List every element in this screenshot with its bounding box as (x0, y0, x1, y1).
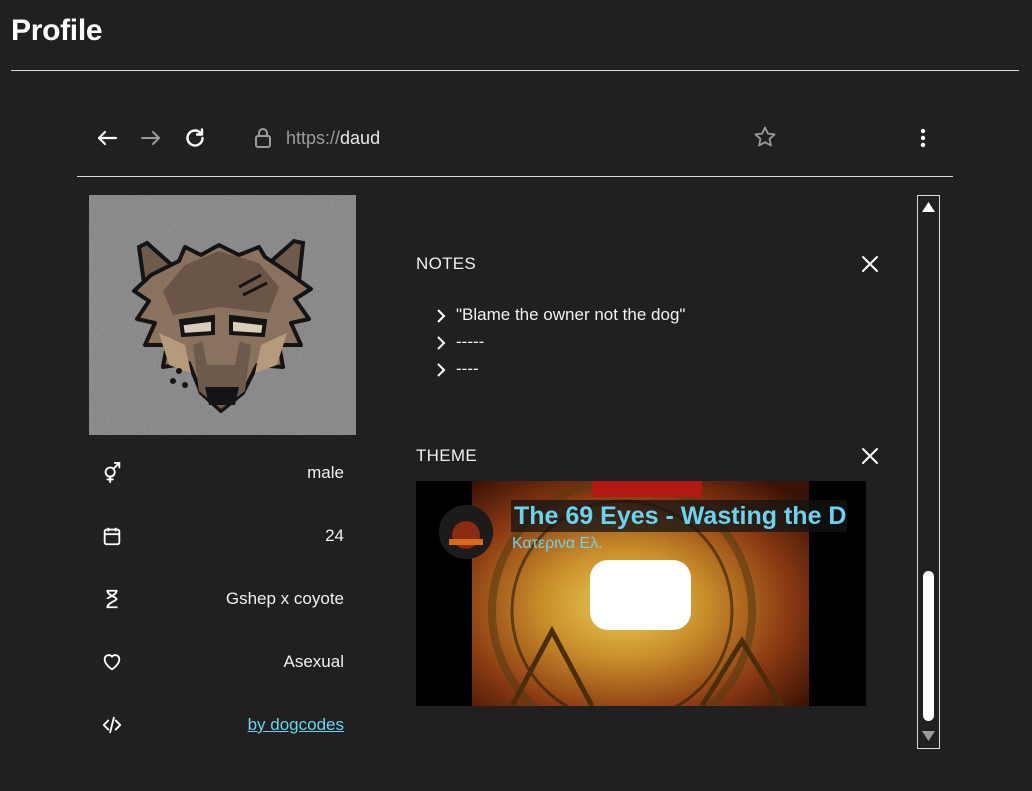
calendar-icon (103, 527, 121, 546)
close-icon[interactable] (860, 254, 880, 274)
play-button[interactable] (590, 560, 691, 630)
chevron-right-icon (437, 336, 446, 350)
info-row-gender: male (89, 452, 356, 492)
info-row-species: Gshep x coyote (89, 578, 356, 618)
theme-title: THEME (416, 446, 477, 465)
page-title: Profile (11, 14, 103, 47)
list-item: ---- (436, 358, 685, 385)
info-row-credit: by dogcodes (89, 704, 356, 744)
note-text: ---- (456, 359, 479, 378)
lock-icon (255, 128, 271, 148)
avatar (89, 195, 356, 435)
code-icon (102, 716, 122, 734)
gender-value: male (307, 463, 344, 482)
reload-icon (186, 128, 204, 147)
arrow-left-icon (97, 130, 118, 146)
url-scheme: https:// (286, 128, 341, 148)
browser-toolbar: https://daud (77, 110, 953, 166)
gender-icon (104, 462, 121, 484)
video-channel[interactable]: Κατερινα Ελ. (512, 535, 603, 553)
back-button[interactable] (93, 124, 121, 152)
youtube-video-embed[interactable]: The 69 Eyes - Wasting the D Κατερινα Ελ. (416, 481, 866, 706)
notes-title: NOTES (416, 254, 477, 273)
star-icon[interactable] (753, 125, 777, 149)
info-row-orientation: Asexual (89, 641, 356, 681)
toolbar-divider (77, 176, 953, 177)
scroll-thumb[interactable] (923, 571, 934, 721)
notes-list: "Blame the owner not the dog" ----- ---- (436, 304, 685, 385)
address-bar[interactable]: https://daud (286, 128, 380, 149)
species-value: Gshep x coyote (225, 589, 344, 608)
scroll-down-arrow-icon[interactable] (922, 731, 935, 741)
forward-button[interactable] (137, 124, 165, 152)
scrollbar[interactable] (917, 195, 940, 749)
note-text: ----- (456, 332, 485, 351)
age-value: 24 (325, 526, 344, 545)
title-divider (11, 70, 1019, 71)
reload-button[interactable] (181, 124, 209, 152)
more-vertical-icon[interactable] (913, 126, 933, 150)
chevron-right-icon (437, 363, 446, 377)
arrow-right-icon (141, 131, 160, 145)
url-host: daud (340, 128, 381, 148)
heart-icon (103, 654, 121, 671)
orientation-value: Asexual (283, 652, 344, 671)
channel-avatar[interactable] (439, 505, 493, 559)
info-row-age: 24 (89, 515, 356, 555)
scroll-up-arrow-icon[interactable] (922, 202, 935, 212)
list-item: "Blame the owner not the dog" (436, 304, 685, 331)
video-title[interactable]: The 69 Eyes - Wasting the D (511, 500, 847, 532)
hourglass-icon (106, 589, 118, 609)
list-item: ----- (436, 331, 685, 358)
note-text: "Blame the owner not the dog" (456, 305, 686, 324)
close-icon[interactable] (860, 446, 880, 466)
credit-link[interactable]: by dogcodes (248, 715, 344, 735)
chevron-right-icon (437, 309, 446, 323)
